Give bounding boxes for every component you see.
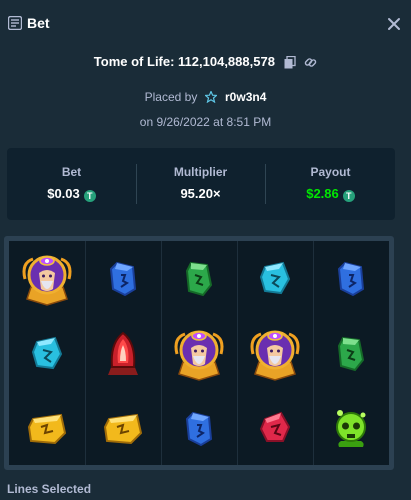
slot-board	[4, 236, 394, 470]
star-icon	[204, 91, 217, 103]
game-title-row: Tome of Life: 112,104,888,578	[0, 54, 411, 69]
tether-coin-icon: T	[83, 190, 96, 202]
red-rune-symbol	[245, 399, 305, 459]
reel-divider	[85, 241, 86, 465]
cyan-rune-symbol	[245, 249, 305, 309]
payout-stat: Payout $2.86 T	[266, 148, 395, 220]
link-icon[interactable]	[304, 56, 317, 69]
reel-divider	[313, 241, 314, 465]
wizard-symbol	[245, 324, 305, 384]
close-icon[interactable]	[386, 16, 402, 32]
bet-stat: Bet $0.03 T	[7, 148, 136, 220]
yellow-rune-symbol	[17, 399, 77, 459]
green-skull-symbol	[321, 399, 381, 459]
game-title: Tome of Life: 112,104,888,578	[93, 54, 275, 69]
copy-icon[interactable]	[284, 56, 296, 69]
blue-rune-symbol	[93, 249, 153, 309]
bet-label: Bet	[61, 165, 82, 179]
blue-rune-symbol	[321, 249, 381, 309]
red-torch-symbol	[93, 324, 153, 384]
reel-4	[237, 241, 314, 465]
wizard-symbol	[17, 249, 77, 309]
cyan-rune-symbol	[17, 324, 77, 384]
bet-stats-panel: Bet $0.03 T Multiplier 95.20× Payout $2.8…	[7, 148, 395, 220]
lines-selected-label: Lines Selected	[7, 482, 92, 496]
bet-date: on 9/26/2022 at 8:51 PM	[139, 115, 272, 129]
modal-title: Bet	[27, 15, 50, 31]
username-link[interactable]: r0w3n4	[225, 90, 266, 104]
multiplier-value: 95.20×	[180, 186, 221, 201]
payout-value-row: $2.86 T	[266, 186, 395, 202]
reel-divider	[237, 241, 238, 465]
green-rune-symbol	[321, 324, 381, 384]
bet-value-row: $0.03 T	[7, 186, 136, 202]
wizard-symbol	[169, 324, 229, 384]
modal-header: Bet	[0, 0, 411, 48]
tether-coin-icon: T	[342, 190, 355, 202]
blue-rune-symbol	[169, 399, 229, 459]
payout-label: Payout	[310, 165, 351, 179]
reel-2	[85, 241, 162, 465]
reel-3	[161, 241, 238, 465]
green-rune-symbol	[169, 249, 229, 309]
bet-slip-icon	[8, 16, 22, 30]
payout-value: $2.86	[306, 186, 339, 201]
yellow-rune-symbol	[93, 399, 153, 459]
placed-by-row: Placed by r0w3n4	[0, 90, 411, 104]
reel-1	[9, 241, 86, 465]
placed-by-label: Placed by	[144, 90, 198, 104]
reel-divider	[161, 241, 162, 465]
reel-5	[313, 241, 390, 465]
multiplier-label: Multiplier	[173, 165, 228, 179]
multiplier-stat: Multiplier 95.20×	[136, 148, 265, 220]
bet-value: $0.03	[47, 186, 80, 201]
